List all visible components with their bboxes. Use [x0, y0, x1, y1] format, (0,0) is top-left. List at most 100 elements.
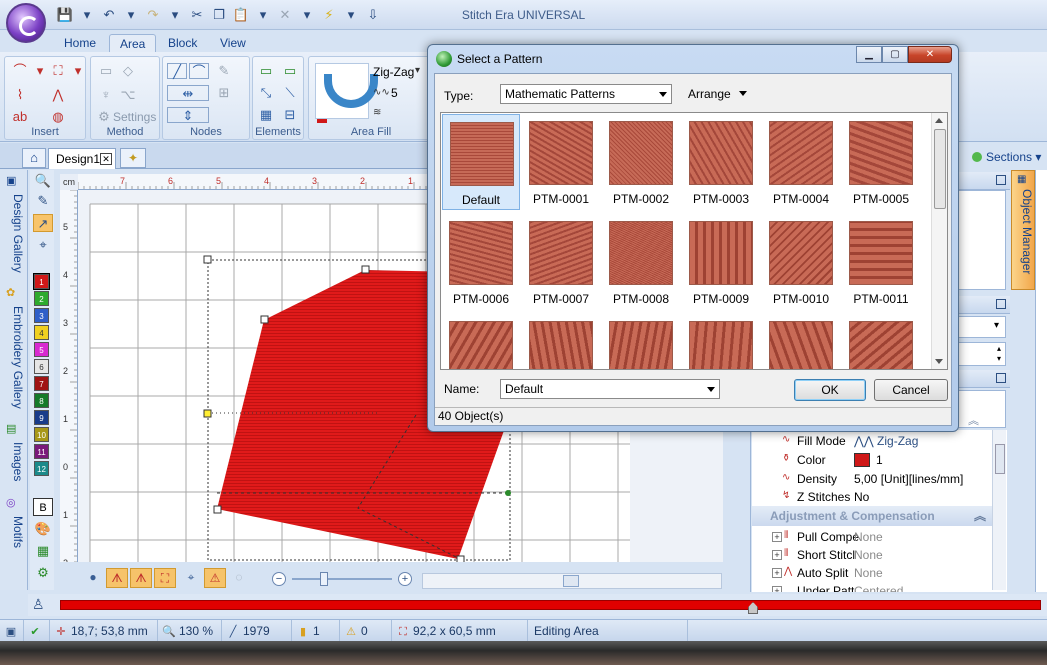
property-row-auto-split[interactable]: + ⋀ Auto Split None [752, 564, 992, 582]
node-distribute-icon[interactable]: ⇕ [167, 107, 209, 123]
pattern-item[interactable]: PTM-0002 [602, 114, 680, 210]
adjustment-section-header[interactable]: Adjustment & Compensation ︽ [752, 506, 992, 526]
method-settings-button[interactable]: Settings [113, 110, 156, 124]
color-swatch[interactable]: 11 [34, 444, 49, 459]
edit-tool-icon[interactable]: ✎ [33, 192, 53, 210]
dropdown-arrow-icon[interactable]: ▾ [69, 63, 87, 79]
cancel-button[interactable]: Cancel [874, 379, 948, 401]
maximize-icon[interactable] [996, 175, 1006, 185]
element-grid-icon[interactable]: ▦ [257, 107, 275, 123]
method-path-icon[interactable]: ♆ [97, 87, 115, 103]
node-handle[interactable] [213, 505, 222, 514]
insert-node-icon[interactable]: ⋀ [49, 87, 67, 103]
tab-home[interactable]: Home [54, 34, 106, 54]
paint-tool-icon[interactable]: 🎨 [33, 520, 53, 538]
collapse-chevron-icon[interactable]: ︽ [968, 412, 988, 428]
scroll-down-icon[interactable] [935, 359, 943, 364]
tab-view[interactable]: View [210, 34, 256, 54]
warning-view-icon[interactable]: ⚠ [204, 568, 226, 588]
method-shapes-icon[interactable]: ◇ [119, 63, 137, 79]
slow-redraw-icon[interactable]: ♙ [32, 596, 45, 613]
sections-button[interactable]: Sections ▾ [960, 146, 1047, 168]
pattern-item[interactable] [442, 314, 520, 369]
arrange-button[interactable]: Arrange [688, 87, 747, 101]
pattern-item[interactable]: PTM-0001 [522, 114, 600, 210]
insert-shape-icon[interactable]: ⛶ [49, 63, 67, 79]
zoom-out-icon[interactable]: − [272, 572, 286, 586]
color-swatch[interactable]: 1 [33, 273, 50, 290]
scrollbar-thumb[interactable] [934, 129, 946, 209]
property-row-pull-compensation[interactable]: + ⦀ Pull Compe None [752, 528, 992, 546]
node-curve-icon[interactable]: ⌒ [189, 63, 209, 79]
ok-button[interactable]: OK [794, 379, 866, 401]
pattern-item[interactable]: Default [442, 114, 520, 210]
expand-icon[interactable]: + [772, 532, 782, 542]
node-handle[interactable] [260, 315, 269, 324]
type-select[interactable]: Mathematic Patterns [500, 84, 672, 104]
settings-icon[interactable]: ⚙ [95, 109, 113, 125]
pattern-item[interactable] [602, 314, 680, 369]
scrollbar-thumb[interactable] [995, 444, 1005, 474]
element-split-icon[interactable]: ⊟ [281, 107, 299, 123]
node-tool-icon[interactable]: ✎ [215, 63, 233, 79]
property-row-fill-mode[interactable]: ∿ Fill Mode ⋀⋀ Zig-Zag [752, 432, 992, 450]
property-row-color[interactable]: ⚱ Color 1 [752, 451, 992, 469]
application-menu-button[interactable] [6, 3, 46, 43]
exit-point-marker[interactable] [505, 490, 511, 496]
color-swatch[interactable]: 3 [34, 308, 49, 323]
show-outline-icon[interactable]: ᗑ [130, 568, 152, 588]
stitch-timeline[interactable]: ♙ [28, 594, 1047, 616]
status-check[interactable]: ✔ [24, 620, 50, 642]
pattern-item[interactable] [762, 314, 840, 369]
zoom-in-icon[interactable]: + [398, 572, 412, 586]
maximize-icon[interactable] [996, 373, 1006, 383]
thread-chart-icon[interactable]: ⚙ [33, 564, 53, 582]
pattern-item[interactable] [842, 314, 920, 369]
pattern-item[interactable]: PTM-0010 [762, 214, 840, 310]
dropdown-arrow-icon[interactable]: ▾ [415, 65, 420, 76]
motifs-tab[interactable]: ◎ Motifs [3, 496, 25, 566]
new-document-icon[interactable]: ✦ [120, 148, 146, 168]
color-swatch[interactable]: 5 [34, 342, 49, 357]
fill-density-value[interactable]: 5 [391, 86, 398, 100]
pattern-item[interactable] [522, 314, 600, 369]
embroidery-gallery-tab[interactable]: ✿ Embroidery Gallery [3, 286, 25, 416]
color-swatch[interactable]: 10 [34, 427, 49, 442]
color-swatch[interactable]: 4 [34, 325, 49, 340]
expand-icon[interactable]: + [772, 568, 782, 578]
property-row-under-path[interactable]: + Under Patt Centered [752, 582, 992, 592]
property-row-short-stitch[interactable]: + ⦀ Short Stitcl None [752, 546, 992, 564]
object-manager-tab[interactable]: ▦ Object Manager [1011, 170, 1035, 290]
node-align-icon[interactable]: ⇹ [167, 85, 209, 101]
fill-type-value[interactable]: Zig-Zag [373, 65, 414, 79]
color-swatch[interactable]: 7 [34, 376, 49, 391]
method-icon[interactable]: ▭ [97, 63, 115, 79]
property-row-z-stitches[interactable]: ↯ Z Stitches No [752, 488, 992, 506]
background-color-button[interactable]: B [33, 498, 53, 516]
eyedropper-tool-icon[interactable]: ⌖ [33, 236, 53, 254]
status-save[interactable]: ▣ [0, 620, 24, 642]
horizontal-scrollbar[interactable] [422, 573, 722, 589]
pattern-item[interactable]: PTM-0004 [762, 114, 840, 210]
close-icon[interactable]: ✕ [100, 153, 112, 165]
selection-handle[interactable] [203, 409, 212, 418]
property-row-density[interactable]: ∿ Density 5,00 [Unit][lines/mm] [752, 470, 992, 488]
node-straight-icon[interactable]: ╱ [167, 63, 187, 79]
insert-line-icon[interactable]: ⌒ [11, 63, 29, 79]
color-swatch[interactable]: 6 [34, 359, 49, 374]
element-exit-icon[interactable]: ▭ [281, 63, 299, 79]
pattern-list[interactable]: Default PTM-0001 PTM-0002 PTM-0003 PTM-0004 P… [440, 112, 948, 370]
properties-scrollbar[interactable] [992, 430, 1006, 590]
element-angle-icon[interactable]: ⟍ [281, 85, 299, 101]
images-tab[interactable]: ▤ Images [3, 422, 25, 492]
pattern-item[interactable]: PTM-0011 [842, 214, 920, 310]
pointer-tool-icon[interactable]: ↗ [33, 214, 53, 232]
color-sequence-icon[interactable]: ▦ [33, 542, 53, 560]
zoom-tool-icon[interactable]: 🔍 [33, 172, 53, 190]
document-tab[interactable]: Design1 ✕ [48, 148, 116, 169]
pattern-item[interactable]: PTM-0007 [522, 214, 600, 310]
show-nodes-icon[interactable]: ⛶ [154, 568, 176, 588]
color-swatch[interactable]: 9 [34, 410, 49, 425]
scrollbar-thumb[interactable] [563, 575, 579, 587]
element-entry-icon[interactable]: ▭ [257, 63, 275, 79]
